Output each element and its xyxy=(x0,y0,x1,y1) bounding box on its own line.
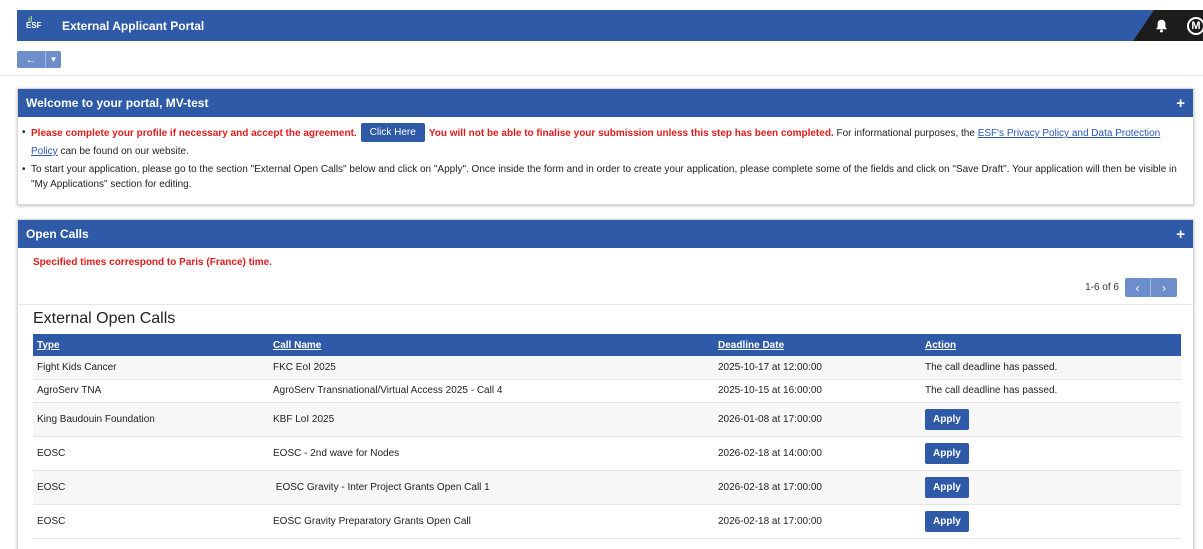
welcome-panel-header[interactable]: Welcome to your portal, MV-test + xyxy=(18,89,1193,117)
call-type: Fight Kids Cancer xyxy=(37,361,117,373)
open-calls-panel-header[interactable]: Open Calls + xyxy=(18,220,1193,248)
pagination: 1-6 of 6 ‹ › xyxy=(1085,278,1177,297)
table-row: EOSC EOSC Gravity Preparatory Grants Ope… xyxy=(33,504,1181,538)
table-row: EOSC EOSC Gravity - Inter Project Grants… xyxy=(33,470,1181,504)
welcome-panel: Welcome to your portal, MV-test + Please… xyxy=(17,88,1194,205)
table-row: King Baudouin Foundation KBF LoI 2025 20… xyxy=(33,402,1181,436)
call-deadline: 2026-02-18 at 17:00:00 xyxy=(718,481,822,493)
pagination-count: 1-6 of 6 xyxy=(1085,282,1119,293)
open-calls-title: Open Calls xyxy=(26,227,89,241)
application-instruction: To start your application, please go to … xyxy=(22,162,1187,192)
avatar[interactable]: M xyxy=(1187,16,1203,35)
call-name: EOSC Gravity Preparatory Grants Open Cal… xyxy=(273,515,471,527)
topbar-right: M xyxy=(1133,10,1203,41)
apply-button[interactable]: Apply xyxy=(925,408,969,430)
table-header-row: Type Call Name Deadline Date Action xyxy=(33,334,1181,356)
header-divider xyxy=(0,75,1203,76)
welcome-instructions: Please complete your profile if necessar… xyxy=(18,117,1193,192)
call-deadline: 2025-10-15 at 16:00:00 xyxy=(718,385,822,396)
profile-warning: Please complete your profile if necessar… xyxy=(31,128,357,140)
table-row: Fight Kids Cancer FKC EoI 2025 2025-10-1… xyxy=(33,356,1181,379)
privacy-text-a: For informational purposes, the xyxy=(836,128,975,140)
table-row: EOSC EOSC - 2nd wave for Nodes 2026-02-1… xyxy=(33,436,1181,470)
apply-button[interactable]: Apply xyxy=(925,442,969,464)
type-column-header[interactable]: Type xyxy=(33,334,269,356)
call-name: AgroServ Transnational/Virtual Access 20… xyxy=(273,385,503,396)
call-action-cell: Apply xyxy=(921,436,1181,470)
apply-button[interactable]: Apply xyxy=(925,510,969,532)
call-name: EOSC Gravity - Inter Project Grants Open… xyxy=(273,481,490,493)
app-title: External Applicant Portal xyxy=(62,18,205,33)
call-action-cell: Apply xyxy=(921,504,1181,538)
welcome-title: Welcome to your portal, MV-test xyxy=(26,96,209,110)
call-action-cell: Apply xyxy=(921,402,1181,436)
open-calls-table: Type Call Name Deadline Date Action Figh… xyxy=(33,334,1181,539)
call-name: EOSC - 2nd wave for Nodes xyxy=(273,447,400,459)
call-deadline: 2026-01-08 at 17:00:00 xyxy=(718,413,822,425)
call-type: EOSC xyxy=(37,515,66,527)
call-action-cell: Apply xyxy=(921,470,1181,504)
timezone-note: Specified times correspond to Paris (Fra… xyxy=(33,257,272,268)
call-name: FKC EoI 2025 xyxy=(273,361,336,373)
call-deadline: 2026-02-18 at 17:00:00 xyxy=(718,515,822,527)
deadline-column-header[interactable]: Deadline Date xyxy=(714,334,921,356)
bell-icon[interactable] xyxy=(1151,16,1171,36)
expand-icon[interactable]: + xyxy=(1176,95,1185,112)
call-action-status: The call deadline has passed. xyxy=(925,385,1058,396)
top-bar: ıl ESF External Applicant Portal M xyxy=(17,10,1203,41)
call-name-column-header[interactable]: Call Name xyxy=(269,334,714,356)
privacy-text-b: can be found on our website. xyxy=(60,146,189,157)
profile-instruction: Please complete your profile if necessar… xyxy=(22,123,1187,160)
call-action-status: The call deadline has passed. xyxy=(925,361,1058,373)
call-name: KBF LoI 2025 xyxy=(273,413,335,425)
section-divider xyxy=(18,304,1193,305)
external-open-calls-title: External Open Calls xyxy=(33,310,176,327)
previous-page-button[interactable]: ‹ xyxy=(1125,278,1151,297)
next-page-button[interactable]: › xyxy=(1151,278,1177,297)
table-row: AgroServ TNA AgroServ Transnational/Virt… xyxy=(33,379,1181,402)
back-button[interactable]: ← xyxy=(17,51,45,68)
expand-icon[interactable]: + xyxy=(1176,226,1185,243)
apply-button[interactable]: Apply xyxy=(925,476,969,498)
call-type: EOSC xyxy=(37,481,66,493)
esf-logo[interactable]: ıl ESF xyxy=(26,15,46,30)
click-here-button[interactable]: Click Here xyxy=(360,123,425,142)
call-deadline: 2026-02-18 at 14:00:00 xyxy=(718,447,822,459)
call-type: King Baudouin Foundation xyxy=(37,413,155,425)
history-nav: ← ▼ xyxy=(17,51,61,68)
logo-leaf-icon: ıl xyxy=(28,15,33,24)
action-column-header[interactable]: Action xyxy=(921,334,1181,356)
call-type: EOSC xyxy=(37,447,66,459)
call-deadline: 2025-10-17 at 12:00:00 xyxy=(718,361,822,373)
finalise-warning: You will not be able to finalise your su… xyxy=(428,128,834,140)
open-calls-panel: Open Calls + Specified times correspond … xyxy=(17,219,1194,549)
history-dropdown-button[interactable]: ▼ xyxy=(45,51,61,68)
call-type: AgroServ TNA xyxy=(37,385,102,396)
